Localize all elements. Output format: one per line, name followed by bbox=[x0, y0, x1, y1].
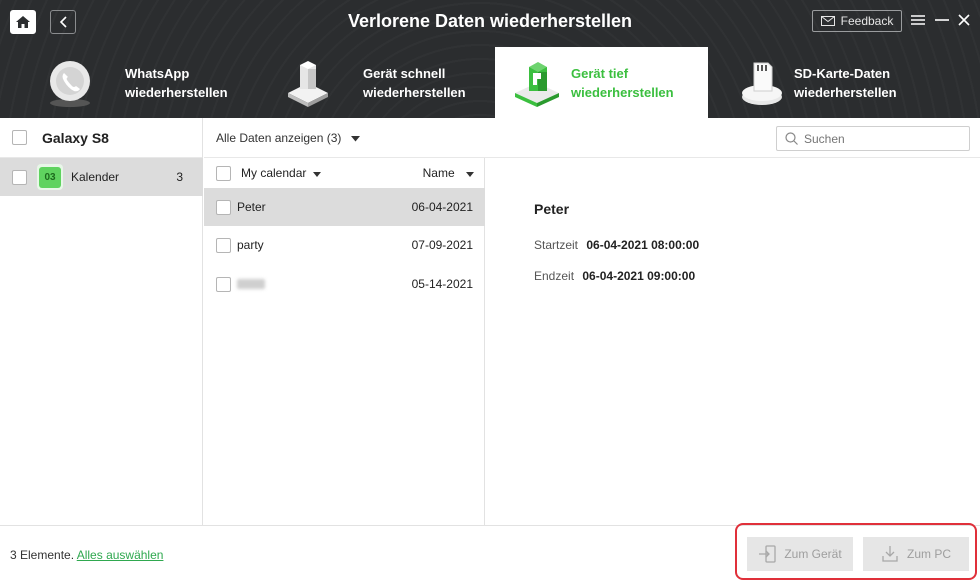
end-value: 06-04-2021 09:00:00 bbox=[582, 269, 696, 283]
calendar-icon-text: 03 bbox=[39, 166, 61, 188]
tab-deep-line1: Gerät tief bbox=[571, 66, 629, 81]
menu-icon bbox=[911, 15, 925, 25]
item-count: 3 Elemente. bbox=[10, 548, 75, 562]
name-sort-label: Name bbox=[422, 166, 455, 180]
caret-down-icon bbox=[466, 172, 474, 177]
to-pc-label: Zum PC bbox=[906, 547, 951, 561]
download-to-pc-icon bbox=[882, 546, 898, 562]
tab-deep-scan[interactable]: Gerät tief wiederherstellen bbox=[495, 47, 708, 118]
blurred-event-name bbox=[237, 279, 265, 289]
feedback-button[interactable]: Feedback bbox=[812, 10, 902, 32]
row-checkbox[interactable] bbox=[216, 276, 231, 292]
tab-whatsapp[interactable]: WhatsApp wiederherstellen bbox=[0, 47, 228, 118]
close-button[interactable] bbox=[955, 10, 973, 30]
event-list: My calendar Name Peter 06-04-2021 party … bbox=[204, 158, 485, 525]
device-deep-icon bbox=[515, 62, 559, 107]
tab-sd-card[interactable]: SD-Karte-Daten wiederherstellen bbox=[708, 47, 921, 118]
event-date: 05-14-2021 bbox=[411, 277, 473, 291]
row-checkbox[interactable] bbox=[216, 237, 231, 253]
start-value: 06-04-2021 08:00:00 bbox=[586, 238, 700, 252]
close-icon bbox=[958, 14, 970, 26]
sd-card-icon bbox=[742, 62, 782, 105]
tab-whatsapp-line1: WhatsApp bbox=[125, 66, 190, 81]
row-checkbox[interactable] bbox=[216, 199, 231, 215]
caret-down-icon bbox=[312, 172, 321, 177]
device-name: Galaxy S8 bbox=[42, 129, 109, 146]
detail-panel: Peter Startzeit 06-04-2021 08:00:00 Endz… bbox=[486, 158, 980, 525]
start-label: Startzeit bbox=[534, 238, 579, 252]
select-all-checkbox[interactable] bbox=[216, 165, 231, 181]
detail-start-row: Startzeit 06-04-2021 08:00:00 bbox=[534, 238, 699, 252]
end-label: Endzeit bbox=[534, 269, 575, 283]
search-box[interactable] bbox=[776, 126, 970, 151]
to-device-label: Zum Gerät bbox=[784, 547, 842, 561]
select-all-link[interactable]: Alles auswählen bbox=[77, 548, 164, 562]
calendar-checkbox[interactable] bbox=[12, 169, 27, 185]
tab-quick-scan[interactable]: Gerät schnell wiederherstellen bbox=[238, 47, 466, 118]
menu-button[interactable] bbox=[909, 10, 927, 30]
left-panel: Galaxy S8 03 Kalender 3 bbox=[0, 118, 203, 525]
whatsapp-phone-icon bbox=[50, 61, 90, 107]
tab-whatsapp-line2: wiederherstellen bbox=[125, 85, 228, 100]
event-name: Peter bbox=[237, 200, 266, 214]
tab-quick-line2: wiederherstellen bbox=[363, 85, 466, 100]
app-header: Verlorene Daten wiederherstellen Feedbac… bbox=[0, 0, 980, 118]
list-item[interactable]: 05-14-2021 bbox=[204, 265, 485, 303]
tab-sd-line1: SD-Karte-Daten bbox=[794, 66, 891, 81]
event-date: 07-09-2021 bbox=[411, 238, 473, 252]
list-item[interactable]: Peter 06-04-2021 bbox=[204, 188, 485, 226]
detail-title: Peter bbox=[534, 201, 570, 217]
calendar-filter[interactable]: My calendar bbox=[241, 166, 321, 180]
minimize-icon bbox=[935, 19, 949, 21]
device-quick-icon bbox=[288, 61, 328, 107]
tab-sd-line2: wiederherstellen bbox=[794, 85, 897, 100]
search-input[interactable] bbox=[804, 131, 964, 146]
event-date: 06-04-2021 bbox=[411, 200, 473, 214]
minimize-button[interactable] bbox=[933, 10, 951, 30]
mail-icon bbox=[820, 16, 835, 26]
calendar-icon: 03 bbox=[37, 164, 63, 190]
device-checkbox[interactable] bbox=[12, 130, 27, 145]
sidebar-item-calendar[interactable]: 03 Kalender 3 bbox=[0, 158, 203, 196]
event-name: party bbox=[237, 238, 264, 252]
detail-end-row: Endzeit 06-04-2021 09:00:00 bbox=[534, 269, 695, 283]
calendar-filter-label: My calendar bbox=[241, 166, 307, 180]
to-pc-button[interactable]: Zum PC bbox=[863, 537, 969, 571]
filter-dropdown[interactable]: Alle Daten anzeigen (3) bbox=[216, 131, 360, 145]
list-item[interactable]: party 07-09-2021 bbox=[204, 226, 485, 264]
device-row: Galaxy S8 bbox=[0, 118, 202, 158]
tab-deep-line2: wiederherstellen bbox=[571, 85, 674, 100]
name-sort[interactable]: Name bbox=[423, 166, 474, 180]
export-to-device-icon bbox=[759, 545, 776, 563]
footer-status: 3 Elemente. Alles auswählen bbox=[10, 548, 163, 562]
tab-quick-line1: Gerät schnell bbox=[363, 66, 446, 81]
filter-label: Alle Daten anzeigen (3) bbox=[216, 131, 342, 145]
sidebar-item-count: 3 bbox=[176, 170, 183, 184]
to-device-button[interactable]: Zum Gerät bbox=[747, 537, 853, 571]
list-header: My calendar Name bbox=[204, 158, 484, 188]
search-icon bbox=[785, 132, 798, 145]
sidebar-item-label: Kalender bbox=[71, 170, 120, 184]
caret-down-icon bbox=[350, 136, 360, 142]
feedback-label: Feedback bbox=[840, 14, 894, 28]
